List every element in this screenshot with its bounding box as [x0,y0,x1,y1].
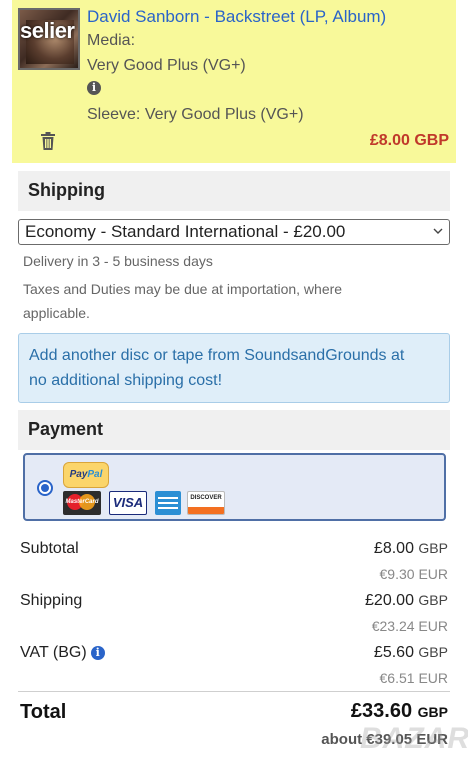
vat-info-icon[interactable]: i [90,646,105,660]
taxes-note-line2: applicable. [23,305,90,321]
total-gbp: £33.60 GBP [351,700,448,723]
shipping-heading: Shipping [18,171,450,211]
item-price: £8.00 GBP [369,132,449,149]
total-label: Total [20,701,67,723]
vat-label: VAT (BG) i [20,644,105,662]
total-gbp-unit: GBP [417,704,448,720]
cart-item: selier David Sanborn - Backstreet (LP, A… [12,0,456,163]
total-gbp-amount: £33.60 [350,700,413,722]
vat-gbp: £5.60 GBP [374,644,448,662]
mastercard-icon: MasterCard [63,491,101,515]
paypal-pay-text: Pay [69,469,88,480]
mastercard-label: MasterCard [65,499,99,505]
amex-icon [155,491,181,515]
site-watermark: BAZAR [360,722,468,755]
shipping-gbp: £20.00 GBP [365,592,448,610]
taxes-note-line1: Taxes and Duties may be due at importati… [23,281,343,297]
delivery-note: Delivery in 3 - 5 business days [23,253,213,269]
trash-icon[interactable] [40,132,56,150]
vat-eur: €6.51 EUR [379,670,448,686]
discover-label: DISCOVER [190,495,222,501]
shipping-selected-option: Economy - Standard International - £20.0… [25,222,346,241]
promo-line1: Add another disc or tape from SoundsandG… [29,347,405,364]
discover-icon: DISCOVER [187,491,225,515]
media-condition: Very Good Plus (VG+) [87,57,246,74]
subtotal-gbp-amount: £8.00 [373,540,414,557]
shipping-gbp-amount: £20.00 [365,592,414,609]
shipping-method-select[interactable]: Economy - Standard International - £20.0… [18,219,450,245]
album-thumbnail[interactable]: selier [18,8,80,70]
subtotal-label: Subtotal [20,540,79,557]
vat-label-text: VAT (BG) [20,644,87,661]
seller-watermark: selier [20,18,75,43]
subtotal-eur: €9.30 EUR [379,566,448,582]
subtotal-gbp: £8.00 GBP [374,540,448,558]
media-label: Media: [87,32,136,49]
payment-heading: Payment [18,410,450,450]
paypal-payment-option[interactable]: PayPal MasterCard VISA DISCOVER [23,453,446,521]
sleeve-condition: Sleeve: Very Good Plus (VG+) [87,106,304,123]
shipping-eur: €23.24 EUR [371,618,448,634]
visa-icon: VISA [109,491,147,515]
paypal-logo: PayPal [63,462,109,488]
info-icon[interactable]: i [87,81,101,95]
combine-shipping-notice: Add another disc or tape from SoundsandG… [18,333,450,403]
shipping-gbp-unit: GBP [418,592,448,608]
payment-radio[interactable] [37,480,53,496]
chevron-down-icon [433,228,443,234]
totals-divider [18,691,450,692]
vat-gbp-unit: GBP [418,644,448,660]
shipping-total-label: Shipping [20,592,83,609]
subtotal-gbp-unit: GBP [418,540,448,556]
visa-label: VISA [112,495,144,510]
paypal-pal-text: Pal [87,469,103,480]
vat-gbp-amount: £5.60 [373,644,414,661]
item-title-link[interactable]: David Sanborn - Backstreet (LP, Album) [87,7,386,27]
promo-line2: no additional shipping cost! [29,372,223,389]
